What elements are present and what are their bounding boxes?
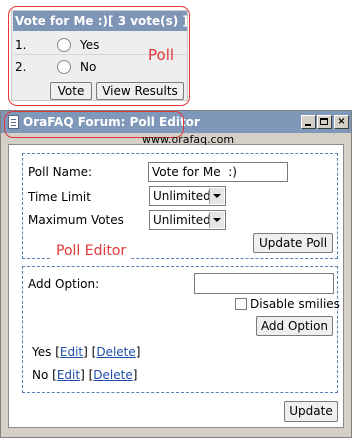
update-poll-button[interactable]: Update Poll [253, 233, 333, 253]
disable-smilies-checkbox[interactable] [235, 298, 247, 310]
minimize-icon[interactable] [301, 115, 316, 129]
chevron-down-icon[interactable] [209, 212, 224, 228]
edit-link[interactable]: Edit [57, 368, 80, 382]
delete-link[interactable]: Delete [93, 368, 132, 382]
poll-name-input[interactable] [148, 162, 288, 182]
option-row-no: No [Edit] [Delete] [32, 368, 138, 382]
add-option-button[interactable]: Add Option [256, 316, 333, 336]
update-button[interactable]: Update [284, 401, 338, 422]
poll-editor-callout-label: Poll Editor [52, 243, 131, 259]
poll-callout-label: Poll [148, 46, 175, 64]
delete-link[interactable]: Delete [96, 345, 135, 359]
maximize-icon[interactable] [317, 115, 332, 129]
max-votes-select[interactable]: Unlimited [149, 210, 226, 230]
disable-smilies-label: Disable smilies [250, 297, 340, 311]
option-row-yes: Yes [Edit] [Delete] [32, 345, 141, 359]
option-label: Yes [32, 345, 52, 359]
option-label: No [32, 368, 49, 382]
chevron-down-icon[interactable] [209, 188, 224, 204]
max-votes-label: Maximum Votes [28, 213, 124, 227]
poll-name-label: Poll Name: [28, 165, 93, 179]
max-votes-value: Unlimited [153, 213, 211, 227]
close-icon[interactable]: × [334, 115, 349, 129]
time-limit-value: Unlimited [153, 189, 211, 203]
time-limit-label: Time Limit [28, 190, 91, 204]
add-option-input[interactable] [194, 273, 334, 294]
close-glyph: × [337, 116, 346, 127]
time-limit-select[interactable]: Unlimited [149, 186, 226, 206]
add-option-label: Add Option: [28, 277, 100, 291]
edit-link[interactable]: Edit [60, 345, 83, 359]
url-caption: www.orafaq.com [142, 133, 235, 146]
